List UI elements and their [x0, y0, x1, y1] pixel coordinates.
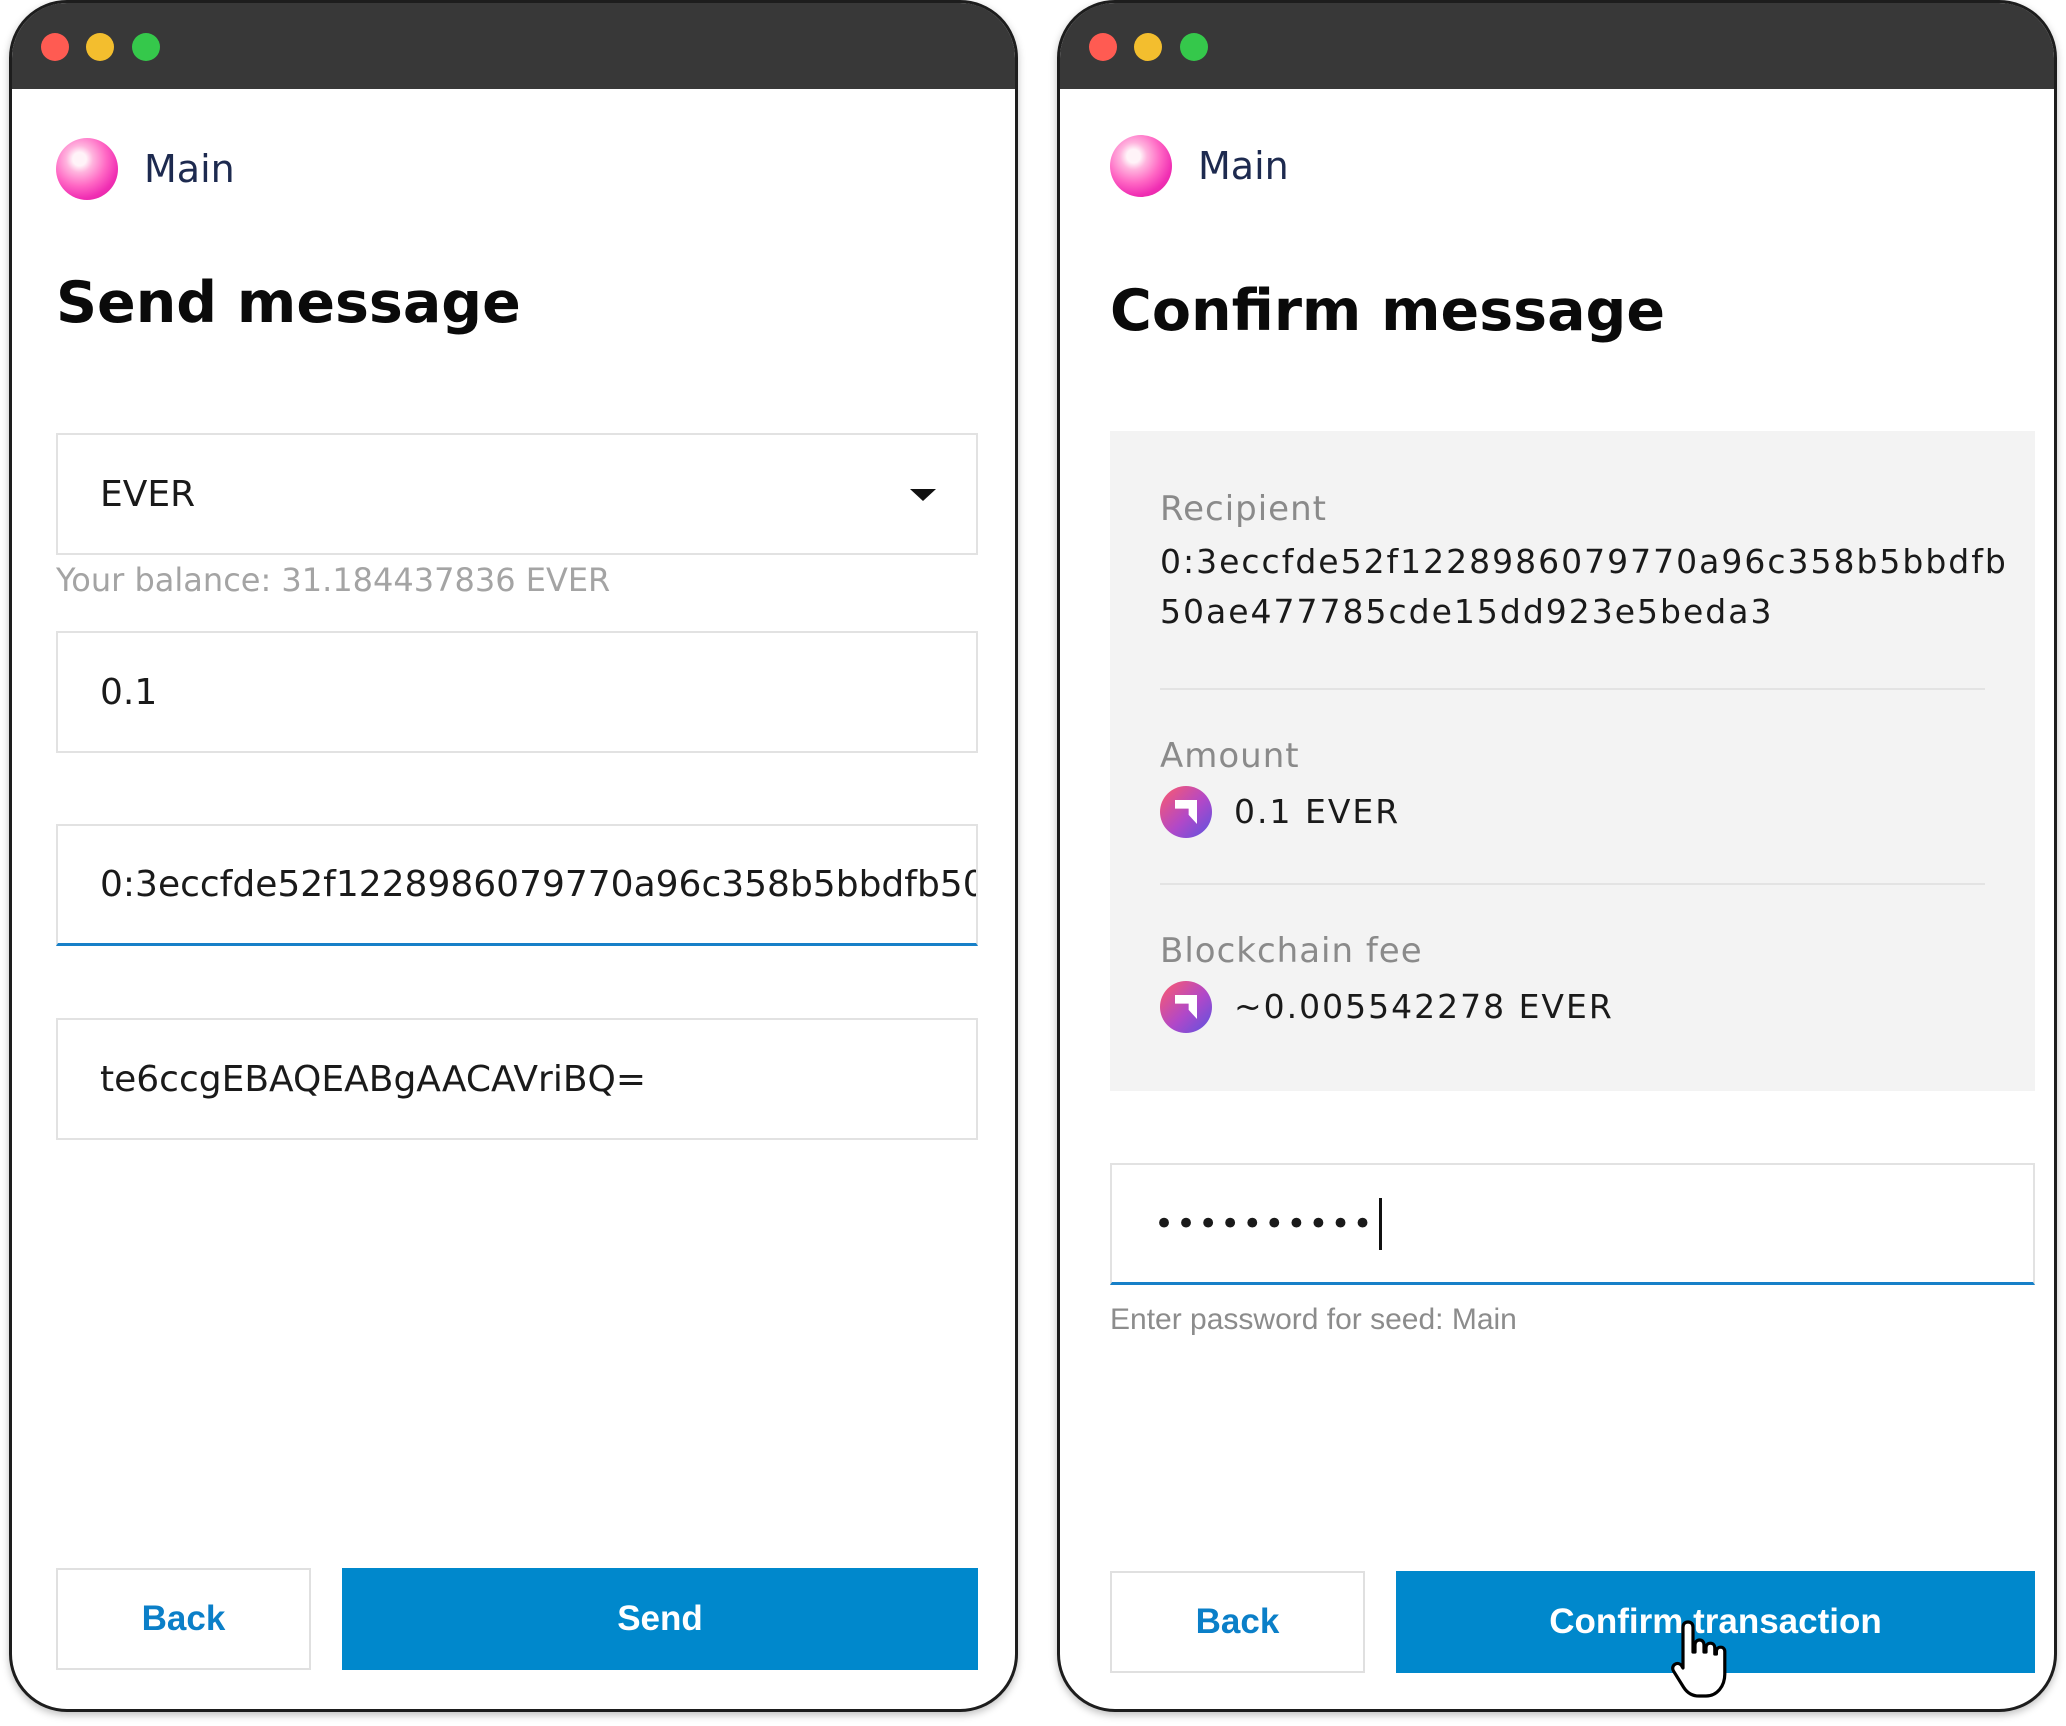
account-selector[interactable]: Main	[1110, 133, 1289, 199]
confirm-message-window: Main Confirm message Recipient 0:3eccfde…	[1057, 0, 2057, 1712]
amount-row: Amount 0.1 EVER	[1160, 736, 1985, 838]
back-button[interactable]: Back	[56, 1568, 311, 1670]
zoom-window-button[interactable]	[132, 33, 160, 61]
fee-value: ~0.005542278 EVER	[1234, 987, 1614, 1026]
chevron-down-icon	[910, 489, 936, 501]
zoom-window-button[interactable]	[1180, 33, 1208, 61]
recipient-address-line1: 0:3eccfde52f1228986079770a96c358b5bbdfb	[1160, 542, 2008, 581]
hand-pointer-cursor	[1671, 1620, 1727, 1698]
divider	[1160, 883, 1985, 885]
account-name: Main	[1198, 144, 1289, 188]
ever-token-icon	[1160, 786, 1212, 838]
amount-value: 0.1 EVER	[1234, 792, 1401, 831]
account-avatar	[56, 138, 118, 200]
balance-text: Your balance: 31.184437836 EVER	[56, 561, 611, 599]
recipient-input-value: 0:3eccfde52f1228986079770a96c358b5bbdfb5…	[100, 864, 978, 905]
divider	[1160, 688, 1985, 690]
send-message-window: Main Send message EVER Your balance: 31.…	[9, 0, 1018, 1712]
amount-input[interactable]: 0.1	[56, 631, 978, 753]
page-title: Confirm message	[1110, 278, 1665, 344]
recipient-input[interactable]: 0:3eccfde52f1228986079770a96c358b5bbdfb5…	[56, 824, 978, 946]
account-selector[interactable]: Main	[56, 136, 235, 202]
password-hint: Enter password for seed: Main	[1110, 1303, 1517, 1336]
close-window-button[interactable]	[41, 33, 69, 61]
page-title: Send message	[56, 270, 521, 336]
minimize-window-button[interactable]	[1134, 33, 1162, 61]
ever-token-icon	[1160, 981, 1212, 1033]
token-select-value: EVER	[100, 473, 196, 515]
recipient-row: Recipient 0:3eccfde52f1228986079770a96c3…	[1160, 489, 2008, 637]
back-button[interactable]: Back	[1110, 1571, 1365, 1673]
recipient-address-line2: 50ae477785cde15dd923e5beda3	[1160, 592, 1774, 631]
message-details-panel: Recipient 0:3eccfde52f1228986079770a96c3…	[1110, 431, 2035, 1091]
account-name: Main	[144, 147, 235, 191]
window-titlebar	[12, 3, 1015, 89]
recipient-label: Recipient	[1160, 489, 1327, 529]
fee-label: Blockchain fee	[1160, 931, 1423, 971]
fee-row: Blockchain fee ~0.005542278 EVER	[1160, 931, 1985, 1033]
amount-label: Amount	[1160, 736, 1300, 776]
payload-input[interactable]: te6ccgEBAQEABgAACAVriBQ=	[56, 1018, 978, 1140]
password-input[interactable]: ••••••••••	[1110, 1163, 2035, 1285]
minimize-window-button[interactable]	[86, 33, 114, 61]
amount-input-value: 0.1	[100, 671, 158, 713]
password-input-value: ••••••••••	[1154, 1203, 1375, 1244]
token-select[interactable]: EVER	[56, 433, 978, 555]
send-button[interactable]: Send	[342, 1568, 978, 1670]
account-avatar	[1110, 135, 1172, 197]
close-window-button[interactable]	[1089, 33, 1117, 61]
payload-input-value: te6ccgEBAQEABgAACAVriBQ=	[100, 1058, 647, 1100]
window-titlebar	[1060, 3, 2054, 89]
text-caret	[1378, 1197, 1382, 1250]
